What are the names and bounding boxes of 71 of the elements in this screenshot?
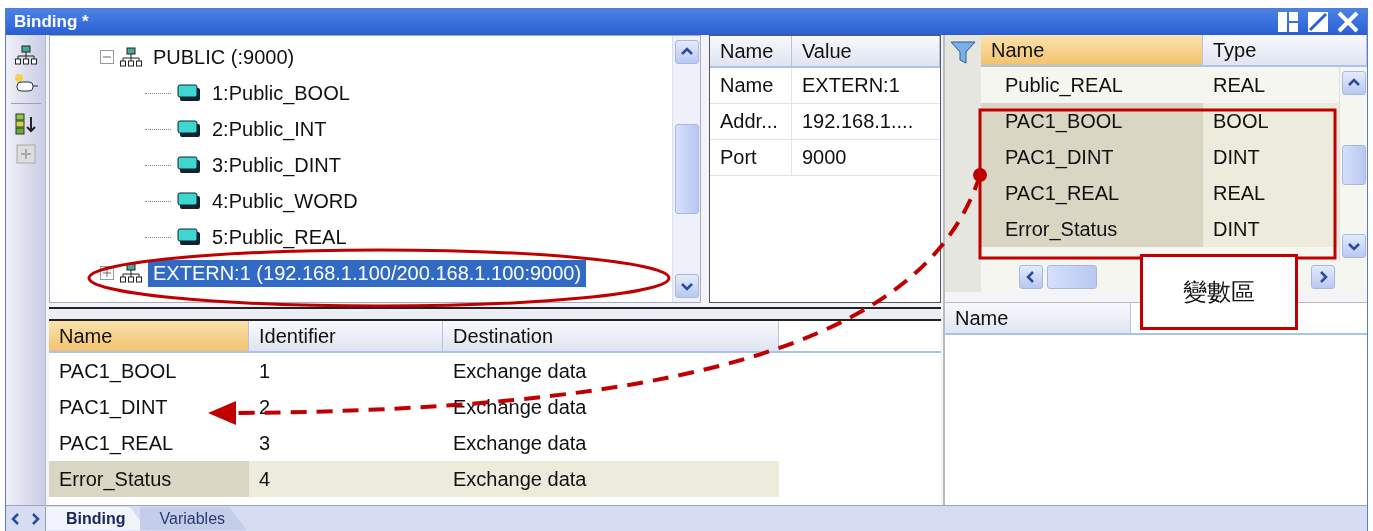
table-cell-text: DINT	[1212, 144, 1261, 170]
scroll-thumb[interactable]	[674, 124, 699, 214]
table-cell-text: REAL	[1212, 180, 1267, 206]
vertical-scrollbar[interactable]	[1339, 67, 1367, 262]
table-cell-text: REAL	[1212, 72, 1267, 98]
table-cell: Error_Status	[49, 461, 249, 497]
column-header[interactable]: Name	[710, 36, 792, 66]
scroll-down-button[interactable]	[674, 274, 699, 298]
column-header[interactable]: Type	[1203, 35, 1367, 65]
scroll-thumb[interactable]	[1341, 144, 1366, 185]
tree-item[interactable]: EXTERN:1 (192.168.1.100/200.168.1.100:9000)	[148, 259, 587, 287]
table-cell-text: PAC1_BOOL	[58, 358, 178, 385]
variable-icon	[177, 120, 201, 138]
table-cell-text: PAC1_REAL	[58, 430, 175, 457]
table-cell-text: 4	[258, 466, 272, 492]
table-cell-text: PAC1_DINT	[58, 394, 169, 421]
tree-item[interactable]: 5:Public_REAL	[207, 223, 352, 251]
connector-icon[interactable]	[12, 73, 39, 95]
restore-icon[interactable]	[1307, 11, 1329, 33]
filter-icon[interactable]	[950, 41, 976, 65]
scroll-up-button[interactable]	[1341, 71, 1366, 95]
tree-item[interactable]: 4:Public_WORD	[207, 187, 363, 215]
table-cell-text: DINT	[1212, 216, 1261, 242]
layout-icon[interactable]	[1277, 11, 1299, 33]
tree-item[interactable]: 3:Public_DINT	[207, 151, 346, 179]
table-cell: PAC1_DINT	[981, 139, 1203, 175]
variable-icon	[177, 192, 201, 210]
column-header[interactable]: Name	[981, 35, 1203, 65]
scroll-left-button[interactable]	[1019, 265, 1043, 289]
table-cell: Name	[710, 68, 792, 103]
callout-label: 變數區	[1140, 254, 1298, 330]
scroll-down-button[interactable]	[1341, 234, 1366, 258]
network-icon[interactable]	[14, 45, 37, 65]
table-cell: PAC1_REAL	[981, 175, 1203, 211]
table-cell: Addr...	[710, 104, 792, 139]
network-icon	[120, 263, 142, 283]
scroll-right-button[interactable]	[1311, 265, 1335, 289]
table-cell-text: 9000	[801, 145, 848, 170]
column-header[interactable]: Name	[49, 321, 249, 351]
collapse-icon[interactable]	[100, 50, 114, 64]
table-cell-text: Public_REAL	[1004, 72, 1124, 99]
scroll-thumb[interactable]	[1047, 265, 1097, 289]
table-cell-text: 192.168.1....	[801, 109, 915, 134]
splitter[interactable]	[49, 307, 941, 321]
column-header[interactable]: Destination	[443, 321, 779, 351]
vertical-scrollbar[interactable]	[672, 36, 700, 302]
table-cell-text: EXTERN:1	[801, 73, 901, 98]
table-cell: Error_Status	[981, 211, 1203, 247]
sort-icon[interactable]	[13, 112, 38, 136]
tab[interactable]: Variables	[139, 506, 248, 531]
table-cell-text: 3	[258, 430, 272, 456]
window-title: Binding *	[14, 12, 89, 32]
table-cell-text: Exchange data	[452, 358, 588, 384]
column-header[interactable]: Identifier	[249, 321, 443, 351]
table-cell: Port	[710, 140, 792, 175]
network-icon	[120, 47, 142, 67]
table-cell-text: Exchange data	[452, 466, 588, 492]
close-icon[interactable]	[1337, 11, 1359, 33]
tree-item[interactable]: PUBLIC (:9000)	[148, 43, 300, 71]
tree-item[interactable]: 2:Public_INT	[207, 115, 332, 143]
column-header[interactable]: Name	[945, 303, 1131, 333]
variable-icon	[177, 228, 201, 246]
column-header[interactable]: Value	[792, 36, 940, 66]
table-cell-text: 1	[258, 358, 272, 384]
scroll-up-button[interactable]	[674, 40, 699, 64]
variable-icon	[177, 156, 201, 174]
table-cell-text: BOOL	[1212, 108, 1270, 134]
variable-icon	[177, 84, 201, 102]
table-cell-text: Exchange data	[452, 430, 588, 456]
table-cell-text: Exchange data	[452, 394, 588, 420]
tree-item[interactable]: 1:Public_BOOL	[207, 79, 355, 107]
